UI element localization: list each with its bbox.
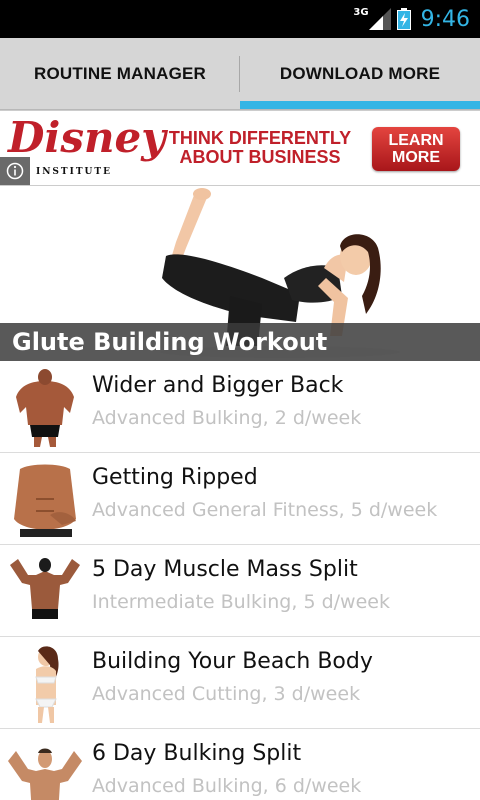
ad-tagline-line1: THINK DIFFERENTLY: [168, 128, 352, 148]
signal-icon: [368, 8, 391, 30]
ad-banner[interactable]: Disney INSTITUTE THINK DIFFERENTLY ABOUT…: [0, 110, 480, 186]
routine-subtitle: Advanced General Fitness, 5 d/week: [92, 499, 438, 521]
ad-brand-logo: Disney INSTITUTE: [8, 115, 166, 181]
tab-routine-manager[interactable]: ROUTINE MANAGER: [0, 38, 240, 110]
routine-title: Getting Ripped: [92, 465, 258, 490]
flexing-front-thumbnail: [6, 735, 84, 800]
routine-subtitle: Advanced Bulking, 2 d/week: [92, 407, 362, 429]
bikini-thumbnail: [6, 643, 84, 723]
status-bar: 3G 9:46: [0, 0, 480, 38]
routine-title: Building Your Beach Body: [92, 649, 373, 674]
back-muscles-thumbnail: [6, 367, 84, 447]
featured-workout-title: Glute Building Workout: [0, 323, 480, 361]
list-item[interactable]: Wider and Bigger Back Advanced Bulking, …: [0, 361, 480, 453]
ad-cta-line1: LEARN: [388, 132, 444, 149]
network-type-label: 3G: [353, 6, 369, 18]
routine-title: 5 Day Muscle Mass Split: [92, 557, 358, 582]
ad-tagline: THINK DIFFERENTLY ABOUT BUSINESS: [162, 129, 358, 167]
selected-tab-indicator: [240, 101, 480, 109]
torso-thumbnail: [6, 459, 84, 539]
list-item[interactable]: Building Your Beach Body Advanced Cuttin…: [0, 637, 480, 729]
routine-title: Wider and Bigger Back: [92, 373, 344, 398]
routine-subtitle: Advanced Cutting, 3 d/week: [92, 683, 361, 705]
featured-workout-banner[interactable]: Glute Building Workout: [0, 186, 480, 361]
clock: 9:46: [420, 6, 470, 32]
routine-list: Wider and Bigger Back Advanced Bulking, …: [0, 361, 480, 800]
ad-brand-subtext: INSTITUTE: [36, 167, 112, 177]
ad-cta-line2: MORE: [391, 149, 440, 166]
info-icon[interactable]: [0, 157, 30, 185]
list-item[interactable]: Getting Ripped Advanced General Fitness,…: [0, 453, 480, 545]
list-item[interactable]: 6 Day Bulking Split Advanced Bulking, 6 …: [0, 729, 480, 800]
flexing-back-thumbnail: [6, 551, 84, 631]
routine-subtitle: Advanced Bulking, 6 d/week: [92, 775, 362, 797]
list-item[interactable]: 5 Day Muscle Mass Split Intermediate Bul…: [0, 545, 480, 637]
battery-charging-icon: [396, 8, 411, 30]
routine-subtitle: Intermediate Bulking, 5 d/week: [92, 591, 390, 613]
tab-download-more[interactable]: DOWNLOAD MORE: [240, 38, 480, 110]
ad-tagline-line2: ABOUT BUSINESS: [179, 147, 341, 167]
tab-bar: ROUTINE MANAGER DOWNLOAD MORE: [0, 38, 480, 110]
ad-learn-more-button[interactable]: LEARN MORE: [372, 127, 460, 171]
ad-brand-text: Disney: [8, 113, 166, 162]
routine-title: 6 Day Bulking Split: [92, 741, 302, 766]
